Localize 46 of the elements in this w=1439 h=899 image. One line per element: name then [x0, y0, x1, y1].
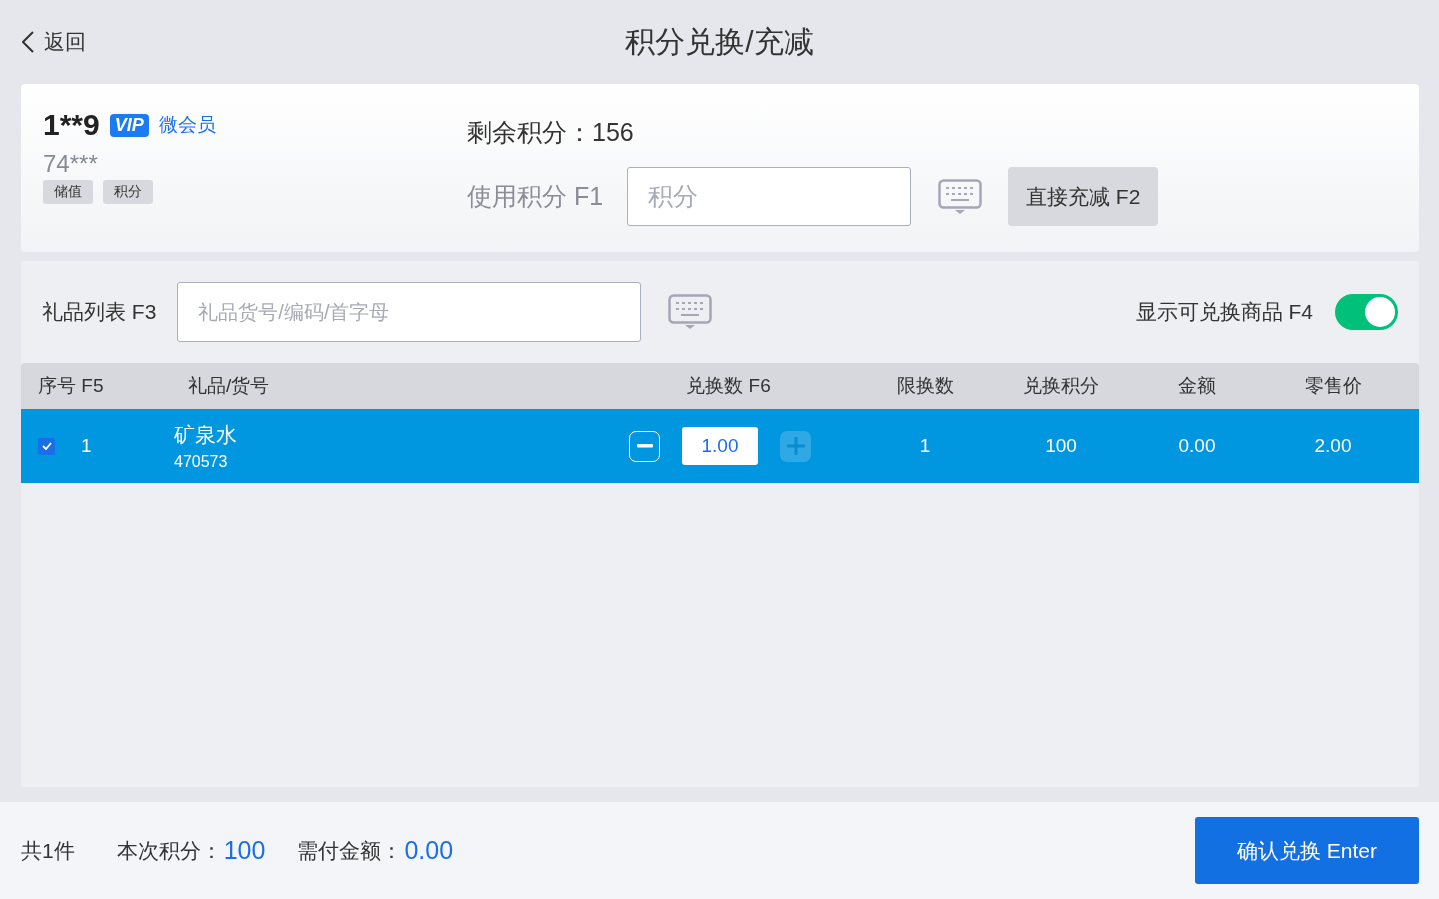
- amount-cell: 0.00: [1178, 435, 1216, 457]
- column-header: 序号 F5: [37, 374, 104, 398]
- gift-code: 470573: [174, 453, 229, 471]
- page-title: 积分兑换/充减: [625, 23, 814, 60]
- points-input[interactable]: 积分: [627, 167, 911, 226]
- table-row[interactable]: 1 矿泉水 470573 1.00 1 100 0.00 2.00: [21, 409, 1419, 483]
- keyboard-icon[interactable]: [668, 294, 713, 330]
- chevron-left-icon: [22, 31, 34, 53]
- gift-name: 矿泉水: [174, 422, 238, 448]
- column-header: 零售价: [1304, 374, 1362, 398]
- row-index: 1: [81, 435, 92, 457]
- item-count: 共1件: [21, 837, 75, 864]
- limit-cell: 1: [919, 435, 931, 457]
- member-tag: 储值: [43, 180, 93, 204]
- minus-icon: [636, 444, 653, 448]
- row-checkbox[interactable]: [38, 437, 55, 455]
- column-header: 兑换积分: [1023, 374, 1099, 398]
- card-number: 74***: [43, 150, 99, 178]
- gift-list-label: 礼品列表 F3: [42, 299, 157, 325]
- checkmark-icon: [41, 442, 52, 450]
- column-header: 礼品/货号: [187, 374, 270, 398]
- member-tag: 积分: [103, 180, 153, 204]
- gift-search-field[interactable]: 礼品货号/编码/首字母: [177, 282, 642, 342]
- pay-label: 需付金额：: [297, 837, 403, 864]
- points-total: 100: [223, 836, 266, 865]
- retail-price-cell: 2.00: [1314, 435, 1352, 457]
- member-level: 微会员: [158, 113, 216, 137]
- direct-adjust-button[interactable]: 直接充减 F2: [1008, 167, 1159, 226]
- toggle-switch[interactable]: [1335, 294, 1398, 330]
- confirm-button[interactable]: 确认兑换 Enter: [1195, 817, 1419, 884]
- quantity-field[interactable]: 1.00: [682, 427, 758, 465]
- points-cell: 100: [1045, 435, 1077, 457]
- use-points-label: 使用积分 F1: [467, 181, 605, 212]
- column-header: 兑换数 F6: [686, 374, 771, 398]
- decrease-button[interactable]: [629, 430, 660, 462]
- remaining-points: 剩余积分：156: [467, 117, 635, 148]
- column-header: 限换数: [896, 374, 954, 398]
- toggle-label: 显示可兑换商品 F4: [1135, 299, 1313, 325]
- pay-amount: 0.00: [404, 836, 454, 865]
- vip-badge: VIP: [109, 113, 149, 137]
- points-label: 本次积分：: [116, 837, 222, 864]
- member-name: 1**9: [43, 108, 100, 142]
- keyboard-icon[interactable]: [938, 178, 982, 215]
- back-button[interactable]: 返回: [22, 28, 86, 56]
- plus-icon: [785, 436, 806, 456]
- column-header: 金额: [1178, 374, 1216, 398]
